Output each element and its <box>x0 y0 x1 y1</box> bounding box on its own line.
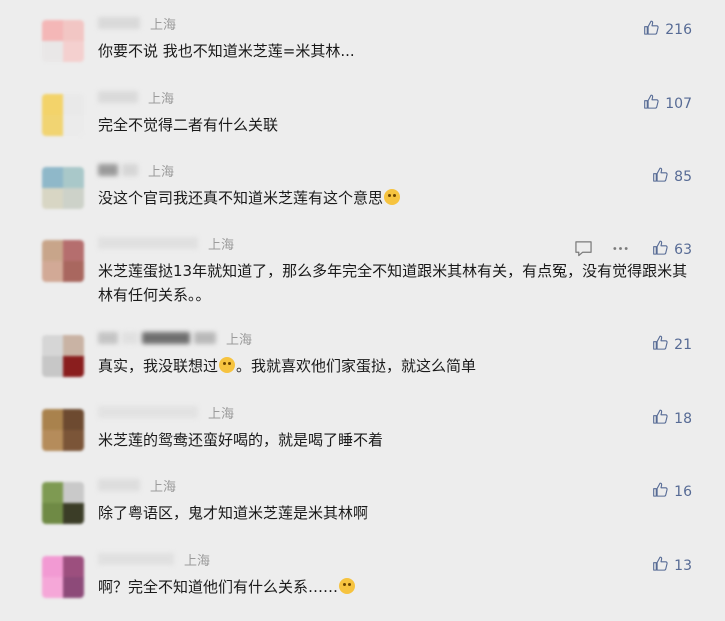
comment-location: 上海 <box>208 406 235 422</box>
comment-text-segment: 你要不说 我也不知道米芝莲=米其林... <box>98 42 355 60</box>
nickname-blurred <box>194 332 216 344</box>
comment-text-segment: 没这个官司我还真不知道米芝莲有这个意思 <box>98 189 384 207</box>
comment-text: 完全不觉得二者有什么关联 <box>98 113 698 137</box>
like-count: 16 <box>674 483 692 500</box>
comment-item: 上海啊？完全不知道他们有什么关系…… 13 <box>0 551 725 621</box>
comment-item: 上海完全不觉得二者有什么关联 107 <box>0 89 725 159</box>
like-count: 13 <box>674 557 692 574</box>
comment-nickname[interactable]: 上海 <box>98 551 211 569</box>
thumbs-up-icon <box>652 239 674 260</box>
comment-text: 米芝莲蛋挞13年就知道了，那么多年完全不知道跟米其林有关，有点冤，没有觉得跟米其… <box>98 259 698 307</box>
comment-item: 上海米芝莲的鸳鸯还蛮好喝的，就是喝了睡不着 18 <box>0 404 725 474</box>
comment-location: 上海 <box>184 553 211 569</box>
comment-actions <box>574 240 630 261</box>
nickname-blurred <box>98 332 118 344</box>
nickname-blurred <box>98 17 140 29</box>
reply-icon[interactable] <box>574 240 593 261</box>
like-count: 107 <box>665 95 692 112</box>
comment-text-segment: 。我就喜欢他们家蛋挞，就这么简单 <box>236 357 477 375</box>
avatar[interactable] <box>42 20 84 62</box>
thumbs-up-icon <box>652 481 674 502</box>
avatar[interactable] <box>42 94 84 136</box>
more-icon[interactable] <box>611 240 630 261</box>
comment-text-segment: 米芝莲的鸳鸯还蛮好喝的，就是喝了睡不着 <box>98 431 384 449</box>
avatar[interactable] <box>42 240 84 282</box>
comment-location: 上海 <box>208 237 235 253</box>
smiling-emoji <box>219 357 236 373</box>
blush-emoji <box>384 189 401 205</box>
nickname-blurred <box>98 91 138 103</box>
nickname-blurred <box>122 332 138 344</box>
comment-text: 米芝莲的鸳鸯还蛮好喝的，就是喝了睡不着 <box>98 428 698 452</box>
avatar[interactable] <box>42 167 84 209</box>
comment-nickname[interactable]: 上海 <box>98 404 235 422</box>
comment-text: 你要不说 我也不知道米芝莲=米其林... <box>98 39 698 63</box>
comment-text-segment: 米芝莲蛋挞13年就知道了，那么多年完全不知道跟米其林有关，有点冤，没有觉得跟米其… <box>98 262 688 304</box>
avatar[interactable] <box>42 335 84 377</box>
nickname-blurred <box>98 479 140 491</box>
thumbs-up-icon <box>652 166 674 187</box>
like-button[interactable]: 216 <box>643 19 692 40</box>
comment-nickname[interactable]: 上海 <box>98 330 253 348</box>
nickname-blurred <box>142 332 190 344</box>
like-button[interactable]: 85 <box>652 166 692 187</box>
comment-item: 上海 真实，我没联想过 。我就喜欢他们家蛋挞，就这么简单 21 <box>0 330 725 400</box>
nickname-blurred <box>98 406 198 418</box>
avatar[interactable] <box>42 482 84 524</box>
comment-location: 上海 <box>226 332 253 348</box>
thumbs-up-icon <box>652 555 674 576</box>
nickname-blurred <box>98 164 118 176</box>
comment-nickname[interactable]: 上海 <box>98 477 177 495</box>
comment-list: 上海 你要不说 我也不知道米芝莲=米其林... 216 上海 完全不觉得二者有什么关联 1… <box>0 0 725 621</box>
comment-text: 啊？完全不知道他们有什么关系…… <box>98 575 698 599</box>
comment-nickname[interactable]: 上海 <box>98 235 235 253</box>
like-count: 85 <box>674 168 692 185</box>
comment-nickname[interactable]: 上海 <box>98 162 175 180</box>
sad-emoji <box>339 578 356 594</box>
like-button[interactable]: 107 <box>643 93 692 114</box>
comment-text-segment: 完全不觉得二者有什么关联 <box>98 116 279 134</box>
like-count: 63 <box>674 241 692 258</box>
comment-text: 没这个官司我还真不知道米芝莲有这个意思 <box>98 186 698 210</box>
comment-location: 上海 <box>148 164 175 180</box>
thumbs-up-icon <box>643 19 665 40</box>
comment-text-segment: 啊？完全不知道他们有什么关系…… <box>98 578 339 596</box>
like-button[interactable]: 16 <box>652 481 692 502</box>
comment-item: 上海米芝莲蛋挞13年就知道了，那么多年完全不知道跟米其林有关，有点冤，没有觉得跟… <box>0 235 725 305</box>
avatar[interactable] <box>42 556 84 598</box>
comment-text-segment: 真实，我没联想过 <box>98 357 219 375</box>
like-count: 21 <box>674 336 692 353</box>
comment-text: 除了粤语区，鬼才知道米芝莲是米其林啊 <box>98 501 698 525</box>
thumbs-up-icon <box>652 408 674 429</box>
thumbs-up-icon <box>643 93 665 114</box>
thumbs-up-icon <box>652 334 674 355</box>
like-count: 18 <box>674 410 692 427</box>
comment-location: 上海 <box>148 91 175 107</box>
like-button[interactable]: 21 <box>652 334 692 355</box>
comment-location: 上海 <box>150 17 177 33</box>
nickname-blurred <box>98 553 174 565</box>
like-count: 216 <box>665 21 692 38</box>
like-button[interactable]: 13 <box>652 555 692 576</box>
comment-location: 上海 <box>150 479 177 495</box>
comment-item: 上海你要不说 我也不知道米芝莲=米其林... 216 <box>0 15 725 85</box>
like-button[interactable]: 18 <box>652 408 692 429</box>
nickname-blurred <box>98 237 198 249</box>
comment-item: 上海除了粤语区，鬼才知道米芝莲是米其林啊 16 <box>0 477 725 547</box>
nickname-blurred <box>122 164 138 176</box>
avatar[interactable] <box>42 409 84 451</box>
like-button[interactable]: 63 <box>652 239 692 260</box>
comment-text: 真实，我没联想过 。我就喜欢他们家蛋挞，就这么简单 <box>98 354 698 378</box>
comment-nickname[interactable]: 上海 <box>98 15 177 33</box>
comment-text-segment: 除了粤语区，鬼才知道米芝莲是米其林啊 <box>98 504 369 522</box>
comment-item: 上海没这个官司我还真不知道米芝莲有这个意思 85 <box>0 162 725 232</box>
comment-nickname[interactable]: 上海 <box>98 89 175 107</box>
